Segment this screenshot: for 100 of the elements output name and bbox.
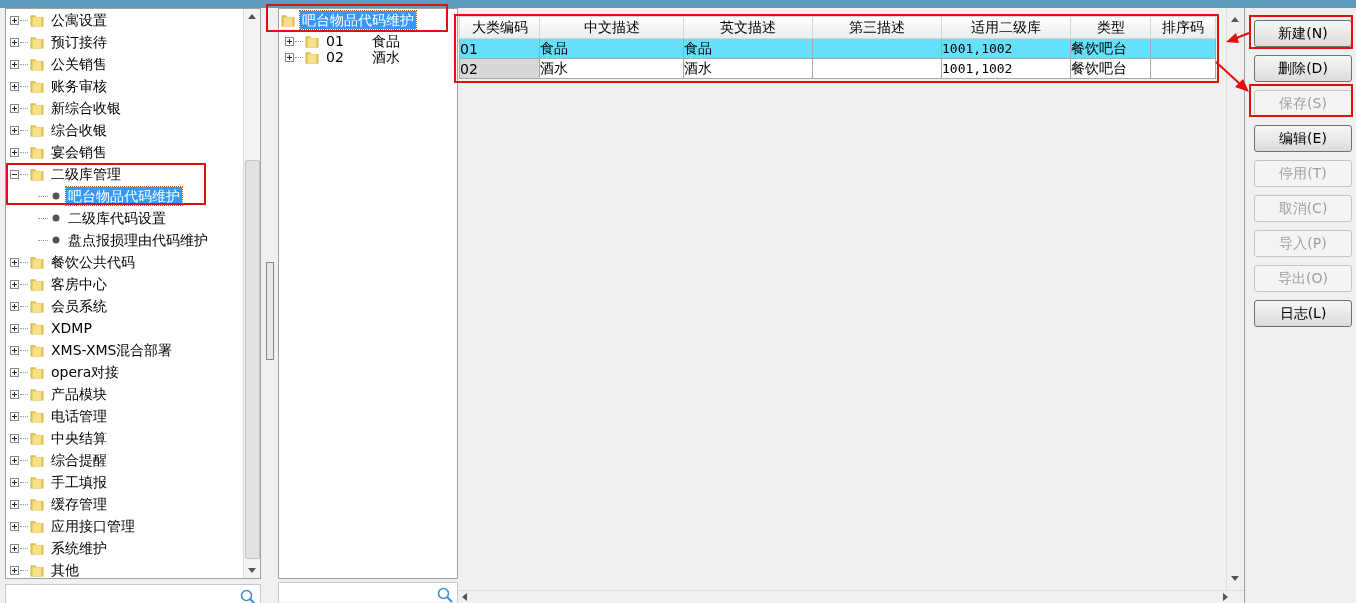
folder-icon [30, 496, 44, 512]
expander-icon[interactable] [10, 125, 19, 135]
scroll-down-icon[interactable] [248, 568, 256, 573]
column-header[interactable]: 类型 [1070, 16, 1151, 39]
tree-item[interactable]: 系统维护 [49, 539, 109, 557]
tree-item[interactable]: 应用接口管理 [49, 517, 137, 535]
tree-item[interactable]: 餐饮公共代码 [49, 253, 137, 271]
column-header[interactable]: 适用二级库 [941, 16, 1071, 39]
table-cell: 酒水 [539, 58, 684, 79]
tree-item[interactable]: XMS-XMS混合部署 [49, 341, 175, 359]
tree-item[interactable]: 其他 [49, 561, 81, 579]
table-cell: 餐饮吧台 [1070, 58, 1151, 79]
expander-icon[interactable] [10, 81, 19, 91]
scrollbar[interactable] [243, 9, 260, 578]
column-header[interactable]: 排序码 [1150, 16, 1216, 39]
folder-icon [30, 144, 44, 160]
expander-icon[interactable] [10, 147, 19, 157]
bullet-icon [52, 236, 60, 244]
expander-icon[interactable] [10, 301, 19, 311]
scrollbar-thumb[interactable] [244, 160, 260, 559]
column-header[interactable]: 中文描述 [539, 16, 684, 39]
column-header[interactable]: 第三描述 [812, 16, 942, 39]
expander-icon[interactable] [10, 455, 19, 465]
search-icon[interactable] [240, 588, 256, 603]
tree-item[interactable]: 公关销售 [49, 55, 109, 73]
action-button[interactable]: 编辑(E) [1254, 125, 1352, 152]
folder-icon [30, 386, 44, 402]
tree-item[interactable]: 宴会销售 [49, 143, 109, 161]
folder-icon [30, 562, 44, 578]
table-cell: 1001,1002 [941, 58, 1071, 79]
tree-item[interactable]: 账务审核 [49, 77, 109, 95]
expander-icon[interactable] [10, 257, 19, 267]
tree-item[interactable]: 综合提醒 [49, 451, 109, 469]
bullet-icon [52, 214, 60, 222]
expander-icon[interactable] [285, 36, 294, 46]
tree-item[interactable]: 酒水 [370, 48, 402, 66]
tree-item[interactable]: 电话管理 [49, 407, 109, 425]
folder-icon [30, 320, 44, 336]
tree-item[interactable]: 客房中心 [49, 275, 109, 293]
tree-item[interactable]: 盘点报损理由代码维护 [66, 231, 210, 249]
scroll-up-icon[interactable] [248, 14, 256, 19]
folder-icon [30, 540, 44, 556]
folder-icon [281, 12, 295, 28]
table-cell: 酒水 [683, 58, 813, 79]
scroll-right-icon[interactable] [1223, 593, 1228, 601]
folder-icon [305, 33, 319, 49]
annotation-arrow [1226, 32, 1250, 43]
expander-icon[interactable] [10, 169, 19, 179]
search-field[interactable] [5, 584, 261, 603]
expander-icon[interactable] [10, 345, 19, 355]
expander-icon[interactable] [10, 103, 19, 113]
folder-icon [30, 474, 44, 490]
search-icon[interactable] [437, 586, 453, 603]
expander-icon[interactable] [10, 411, 19, 421]
tree-item[interactable]: 预订接待 [49, 33, 109, 51]
tree-item[interactable]: opera对接 [49, 363, 122, 381]
table-row[interactable]: 02 酒水 酒水 1001,1002 餐饮吧台 [459, 58, 1216, 79]
folder-icon [30, 408, 44, 424]
tree-item[interactable]: 公寓设置 [49, 11, 109, 29]
tree-item[interactable]: 食品 [370, 32, 402, 50]
column-header[interactable]: 英文描述 [683, 16, 813, 39]
tree-item[interactable]: 手工填报 [49, 473, 109, 491]
tree-item[interactable]: 产品模块 [49, 385, 109, 403]
expander-icon[interactable] [10, 323, 19, 333]
expander-icon[interactable] [10, 565, 19, 575]
action-button[interactable]: 日志(L) [1254, 300, 1352, 327]
expander-icon[interactable] [10, 279, 19, 289]
column-header[interactable]: 大类编码 [459, 16, 540, 39]
action-button[interactable]: 新建(N) [1254, 20, 1352, 47]
scroll-left-icon[interactable] [462, 593, 467, 601]
tree-item[interactable]: XDMP [49, 319, 94, 337]
expander-icon[interactable] [10, 59, 19, 69]
scroll-down-icon[interactable] [1231, 576, 1239, 581]
expander-icon[interactable] [10, 543, 19, 553]
expander-icon[interactable] [285, 52, 294, 62]
tree-item[interactable]: 二级库代码设置 [66, 209, 168, 227]
expander-icon[interactable] [10, 433, 19, 443]
tree-item[interactable]: 综合收银 [49, 121, 109, 139]
expander-icon[interactable] [10, 499, 19, 509]
bullet-icon [52, 192, 60, 200]
table-cell: 02 [459, 58, 540, 79]
search-field[interactable] [278, 582, 458, 602]
expander-icon[interactable] [10, 37, 19, 47]
scrollbar[interactable] [458, 590, 1244, 603]
expander-icon[interactable] [10, 15, 19, 25]
expander-icon[interactable] [10, 477, 19, 487]
tree-item[interactable]: 缓存管理 [49, 495, 109, 513]
expander-icon[interactable] [10, 521, 19, 531]
category-code: 02 [325, 49, 345, 65]
action-button[interactable]: 删除(D) [1254, 55, 1352, 82]
scroll-up-icon[interactable] [1231, 17, 1239, 22]
table-row[interactable]: 01 食品 食品 1001,1002 餐饮吧台 [459, 38, 1216, 59]
tree-item[interactable]: 会员系统 [49, 297, 109, 315]
tree-item[interactable]: 中央结算 [49, 429, 109, 447]
expander-icon[interactable] [10, 389, 19, 399]
tree-item[interactable]: 二级库管理 [49, 165, 123, 183]
splitter-handle[interactable] [265, 262, 274, 360]
tree-item[interactable]: 新综合收银 [49, 99, 123, 117]
table-cell [1150, 58, 1216, 79]
expander-icon[interactable] [10, 367, 19, 377]
